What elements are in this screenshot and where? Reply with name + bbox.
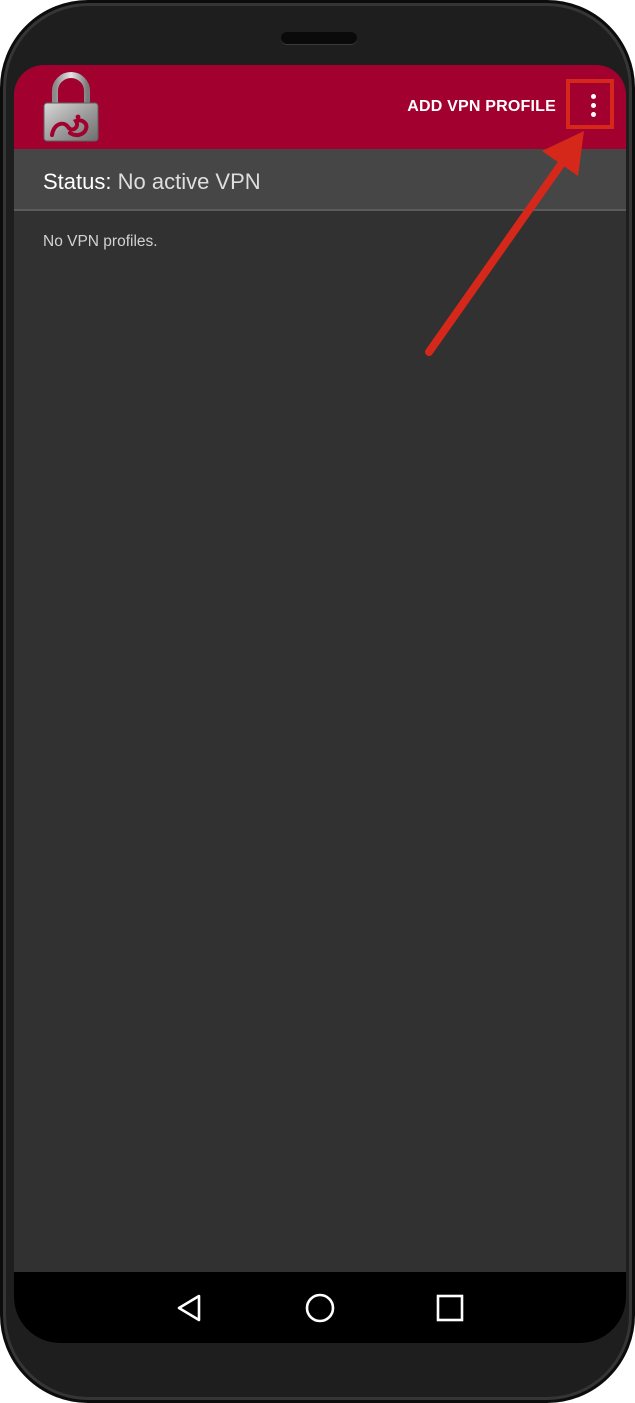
- annotation-highlight-box: [566, 79, 614, 129]
- recents-button[interactable]: [426, 1284, 474, 1332]
- phone-speaker: [281, 32, 357, 44]
- home-button[interactable]: [296, 1284, 344, 1332]
- back-triangle-icon: [177, 1294, 201, 1322]
- back-button[interactable]: [165, 1284, 213, 1332]
- status-value: No active VPN: [117, 169, 261, 194]
- recents-square-icon: [436, 1294, 464, 1322]
- home-circle-icon: [305, 1293, 335, 1323]
- status-label: Status:: [43, 169, 112, 194]
- padlock-strongswan-icon: [42, 71, 100, 143]
- app-toolbar: ADD VPN PROFILE: [14, 65, 626, 149]
- vpn-status-bar[interactable]: Status: No active VPN: [14, 149, 626, 211]
- app-screen: ADD VPN PROFILE Status: No active VPN No…: [14, 65, 626, 1343]
- phone-frame: ADD VPN PROFILE Status: No active VPN No…: [0, 0, 635, 1403]
- empty-profiles-message: No VPN profiles.: [43, 233, 158, 250]
- system-navigation-bar: [14, 1272, 626, 1343]
- add-vpn-profile-button[interactable]: ADD VPN PROFILE: [407, 65, 556, 149]
- status-text: Status: No active VPN: [43, 149, 261, 211]
